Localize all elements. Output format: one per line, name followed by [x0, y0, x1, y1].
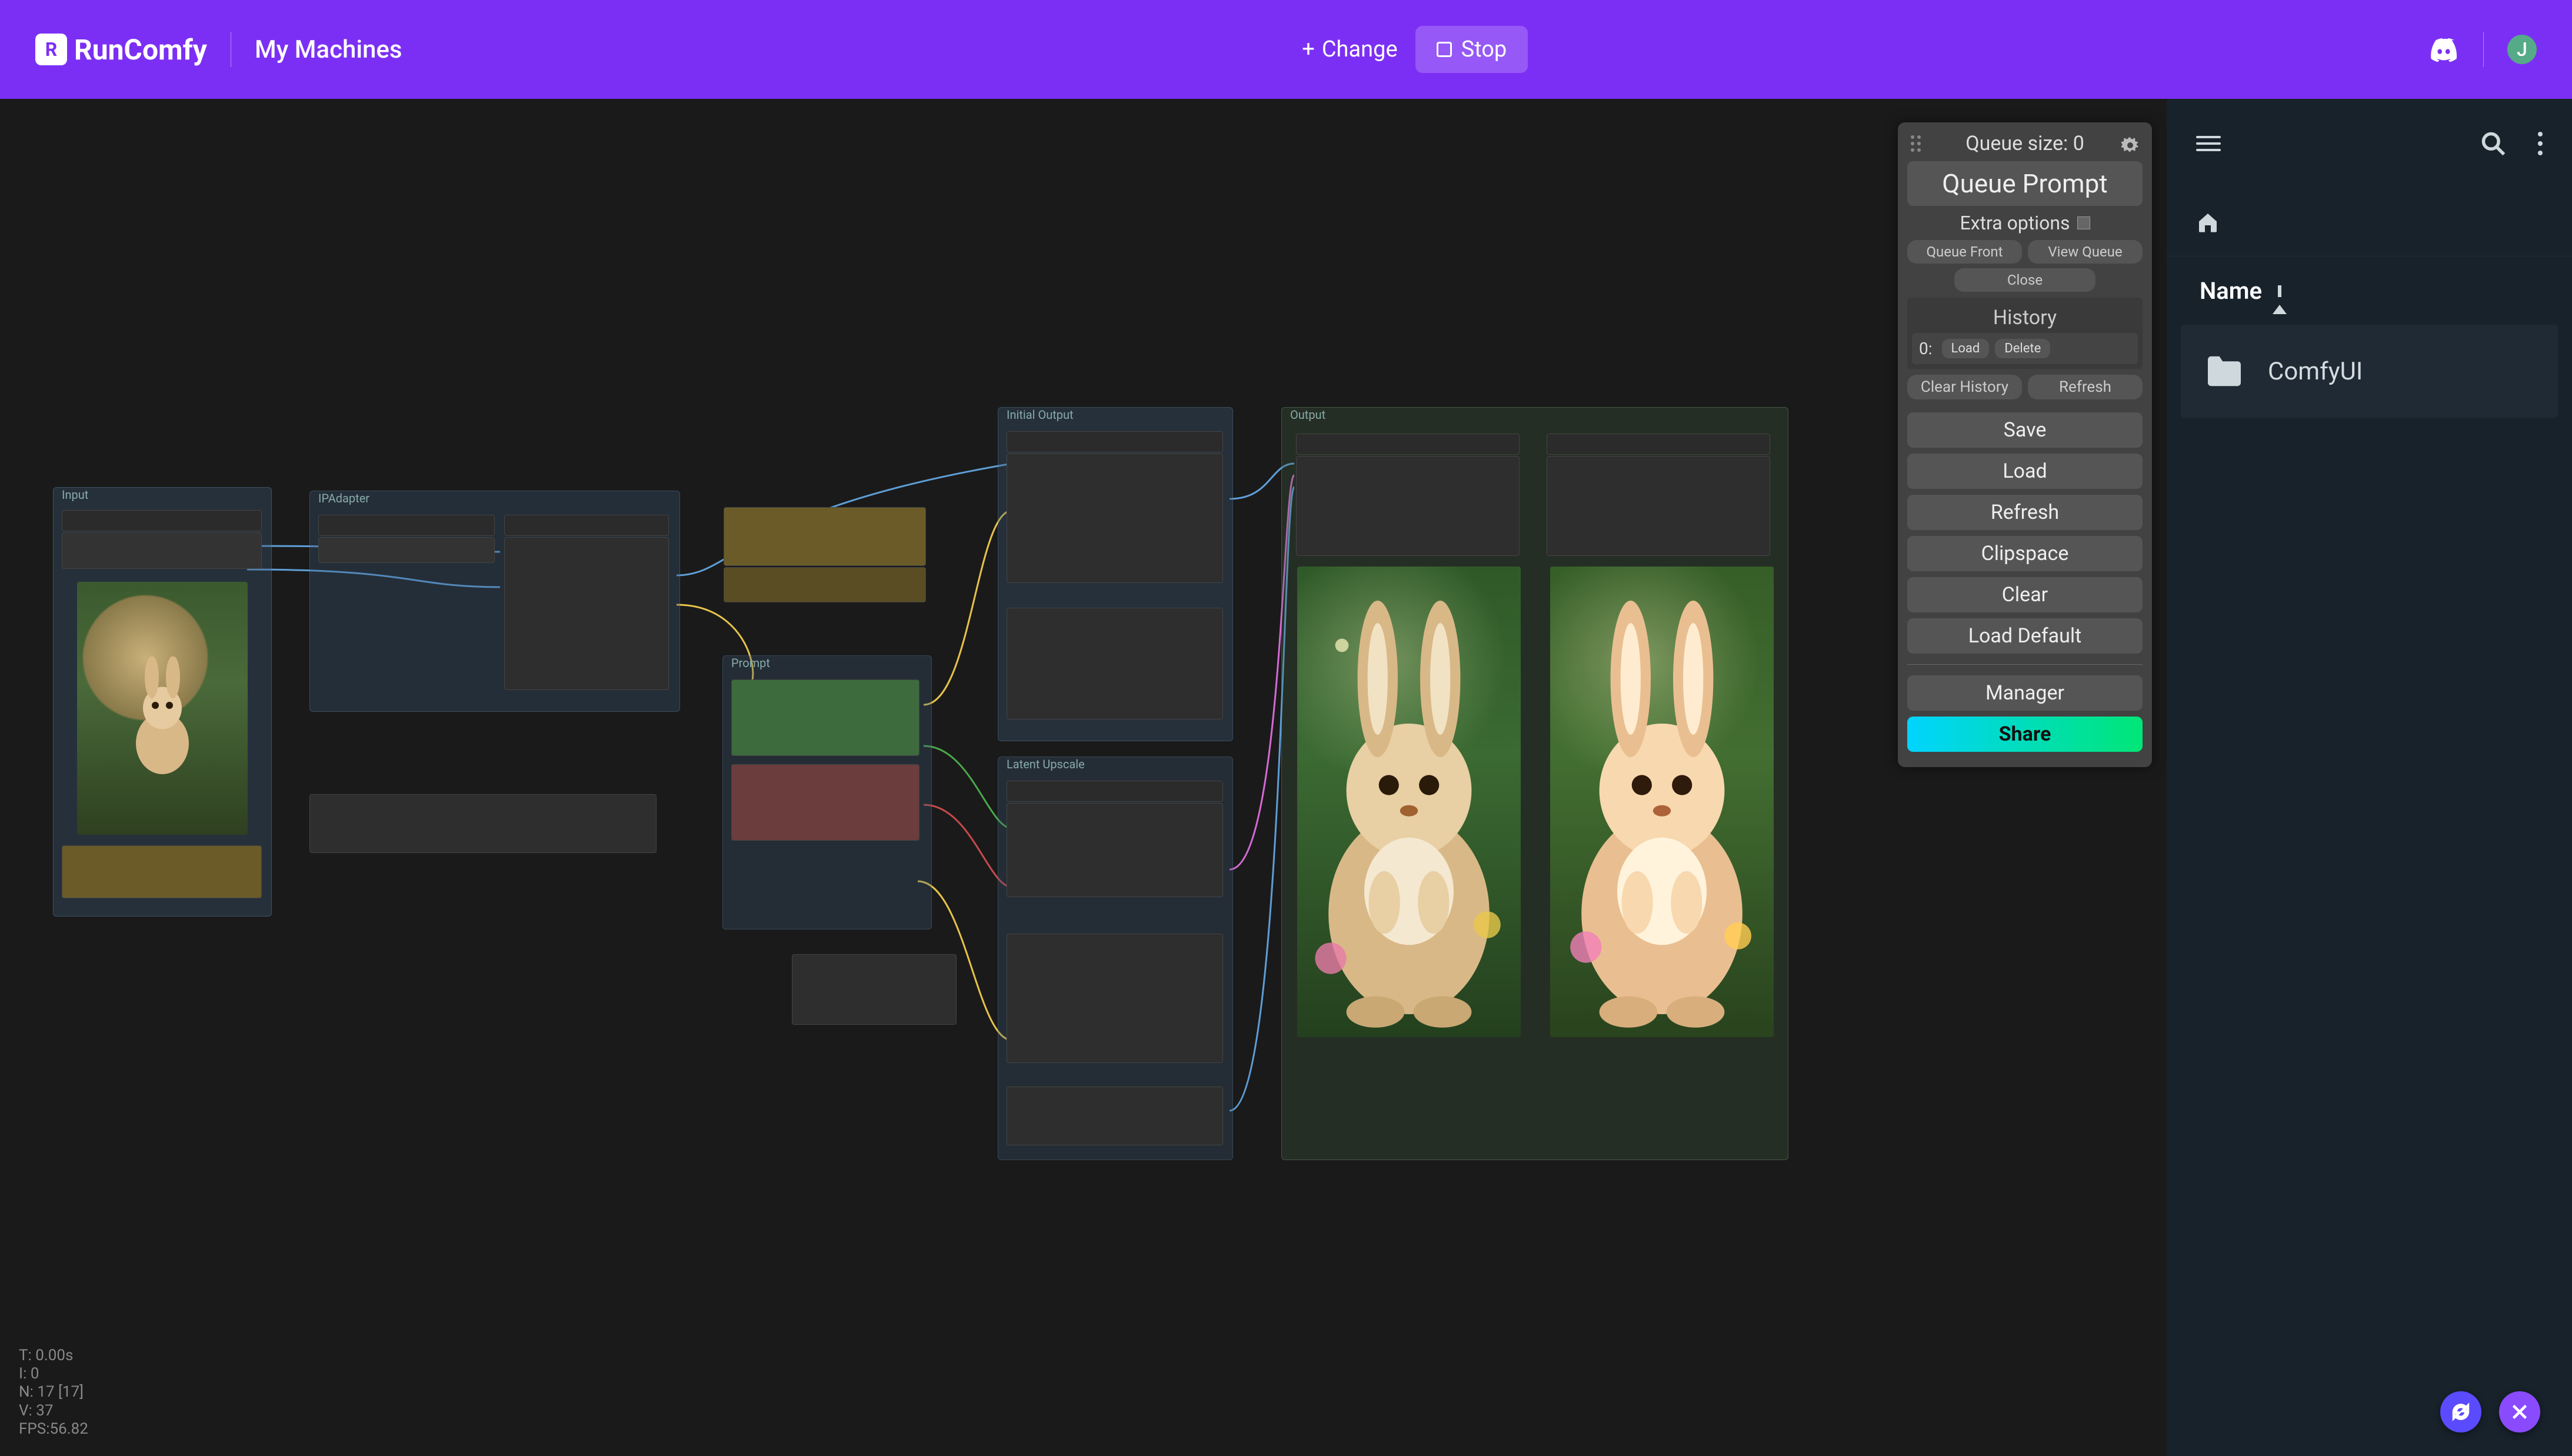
- node-standalone[interactable]: [724, 507, 926, 622]
- arrow-up-icon: [2273, 277, 2287, 305]
- file-item-label: ComfyUI: [2268, 357, 2363, 386]
- history-delete-button[interactable]: Delete: [1995, 339, 2050, 358]
- stat-fps: FPS:56.82: [19, 1420, 88, 1438]
- brand-text: RunComfy: [74, 33, 207, 66]
- refresh-icon: [2450, 1401, 2471, 1422]
- group-title: Latent Upscale: [1003, 756, 1088, 772]
- group-title: Initial Output: [1003, 407, 1077, 423]
- group-title: Prompt: [728, 655, 774, 671]
- file-sidebar: Name ComfyUI: [2167, 99, 2572, 1456]
- refresh-button[interactable]: Refresh: [1907, 495, 2143, 530]
- checkbox-icon[interactable]: [2077, 216, 2090, 229]
- fab-container: [2440, 1391, 2540, 1432]
- stop-icon: [1437, 42, 1452, 57]
- load-button[interactable]: Load: [1907, 454, 2143, 489]
- my-machines-link[interactable]: My Machines: [255, 35, 402, 64]
- group-title: Input: [58, 487, 92, 503]
- clipspace-button[interactable]: Clipspace: [1907, 536, 2143, 571]
- view-queue-button[interactable]: View Queue: [2028, 240, 2143, 264]
- stat-i: I: 0: [19, 1365, 88, 1383]
- brand-badge: R: [35, 34, 67, 65]
- output-image-1: [1297, 567, 1521, 1037]
- more-icon[interactable]: [2538, 132, 2543, 155]
- group-title: IPAdapter: [315, 490, 373, 507]
- canvas-pane[interactable]: Input IPAdapter Prompt: [0, 99, 2167, 1456]
- close-fab[interactable]: [2499, 1391, 2540, 1432]
- close-button[interactable]: Close: [1954, 268, 2095, 292]
- load-default-button[interactable]: Load Default: [1907, 618, 2143, 654]
- file-item-comfyui[interactable]: ComfyUI: [2181, 325, 2558, 418]
- name-header[interactable]: Name: [2167, 256, 2572, 325]
- avatar[interactable]: J: [2507, 35, 2537, 64]
- plus-icon: [1302, 36, 1315, 62]
- comfy-panel[interactable]: Queue size: 0 Queue Prompt Extra options…: [1898, 122, 2152, 767]
- group-initial-output[interactable]: Initial Output: [998, 407, 1233, 741]
- stat-t: T: 0.00s: [19, 1347, 88, 1365]
- stop-button[interactable]: Stop: [1415, 26, 1528, 73]
- change-button[interactable]: Change: [1302, 36, 1397, 62]
- name-header-label: Name: [2200, 277, 2262, 305]
- topbar: R RunComfy My Machines Change Stop J: [0, 0, 2572, 99]
- extra-options-toggle[interactable]: Extra options: [1907, 212, 2143, 234]
- history-row: 0: Load Delete: [1912, 333, 2138, 364]
- extra-options-label: Extra options: [1960, 212, 2070, 234]
- history-box: History 0: Load Delete: [1907, 298, 2143, 369]
- topbar-center: Change Stop: [1302, 26, 1528, 73]
- group-title: Output: [1287, 407, 1329, 423]
- output-image-2: [1550, 567, 1774, 1037]
- clear-history-button[interactable]: Clear History: [1907, 375, 2022, 399]
- stat-v: V: 37: [19, 1402, 88, 1420]
- history-load-button[interactable]: Load: [1942, 339, 1990, 358]
- sidebar-header: [2167, 99, 2572, 188]
- file-list: ComfyUI: [2167, 325, 2572, 418]
- save-button[interactable]: Save: [1907, 412, 2143, 448]
- topbar-left: R RunComfy My Machines: [35, 32, 402, 67]
- stop-label: Stop: [1461, 36, 1507, 62]
- group-input[interactable]: Input: [53, 487, 272, 917]
- vertical-divider: [2483, 32, 2484, 67]
- change-label: Change: [1322, 36, 1398, 62]
- mini-node[interactable]: [309, 794, 657, 853]
- canvas-stats: T: 0.00s I: 0 N: 17 [17] V: 37 FPS:56.82: [19, 1347, 88, 1438]
- queue-front-button[interactable]: Queue Front: [1907, 240, 2022, 264]
- close-icon: [2509, 1401, 2530, 1422]
- queue-prompt-button[interactable]: Queue Prompt: [1907, 161, 2143, 206]
- search-icon[interactable]: [2480, 131, 2506, 156]
- group-ipadapter[interactable]: IPAdapter: [309, 491, 680, 712]
- discord-icon[interactable]: [2428, 37, 2460, 62]
- queue-size-label: Queue size: 0: [1965, 132, 2084, 155]
- refresh-fab[interactable]: [2440, 1391, 2481, 1432]
- clear-button[interactable]: Clear: [1907, 577, 2143, 612]
- stat-n: N: 17 [17]: [19, 1383, 88, 1401]
- drag-handle-icon[interactable]: [1911, 135, 1921, 152]
- topbar-right: J: [2428, 32, 2537, 67]
- group-latent-upscale[interactable]: Latent Upscale: [998, 757, 1233, 1160]
- refresh-history-button[interactable]: Refresh: [2028, 375, 2143, 399]
- group-output[interactable]: Output: [1281, 407, 1788, 1160]
- history-index: 0:: [1919, 339, 1933, 358]
- divider: [1907, 664, 2143, 665]
- gear-icon[interactable]: [2121, 136, 2139, 154]
- share-button[interactable]: Share: [1907, 717, 2143, 752]
- history-title: History: [1912, 302, 2138, 333]
- input-image: [77, 582, 248, 835]
- home-row[interactable]: [2167, 188, 2572, 256]
- home-icon: [2196, 211, 2220, 234]
- group-prompt[interactable]: Prompt: [722, 655, 932, 929]
- manager-button[interactable]: Manager: [1907, 675, 2143, 711]
- mini-node[interactable]: [792, 954, 957, 1025]
- brand-logo[interactable]: R RunComfy: [35, 33, 207, 66]
- folder-icon: [2204, 355, 2244, 388]
- hamburger-icon[interactable]: [2196, 132, 2221, 155]
